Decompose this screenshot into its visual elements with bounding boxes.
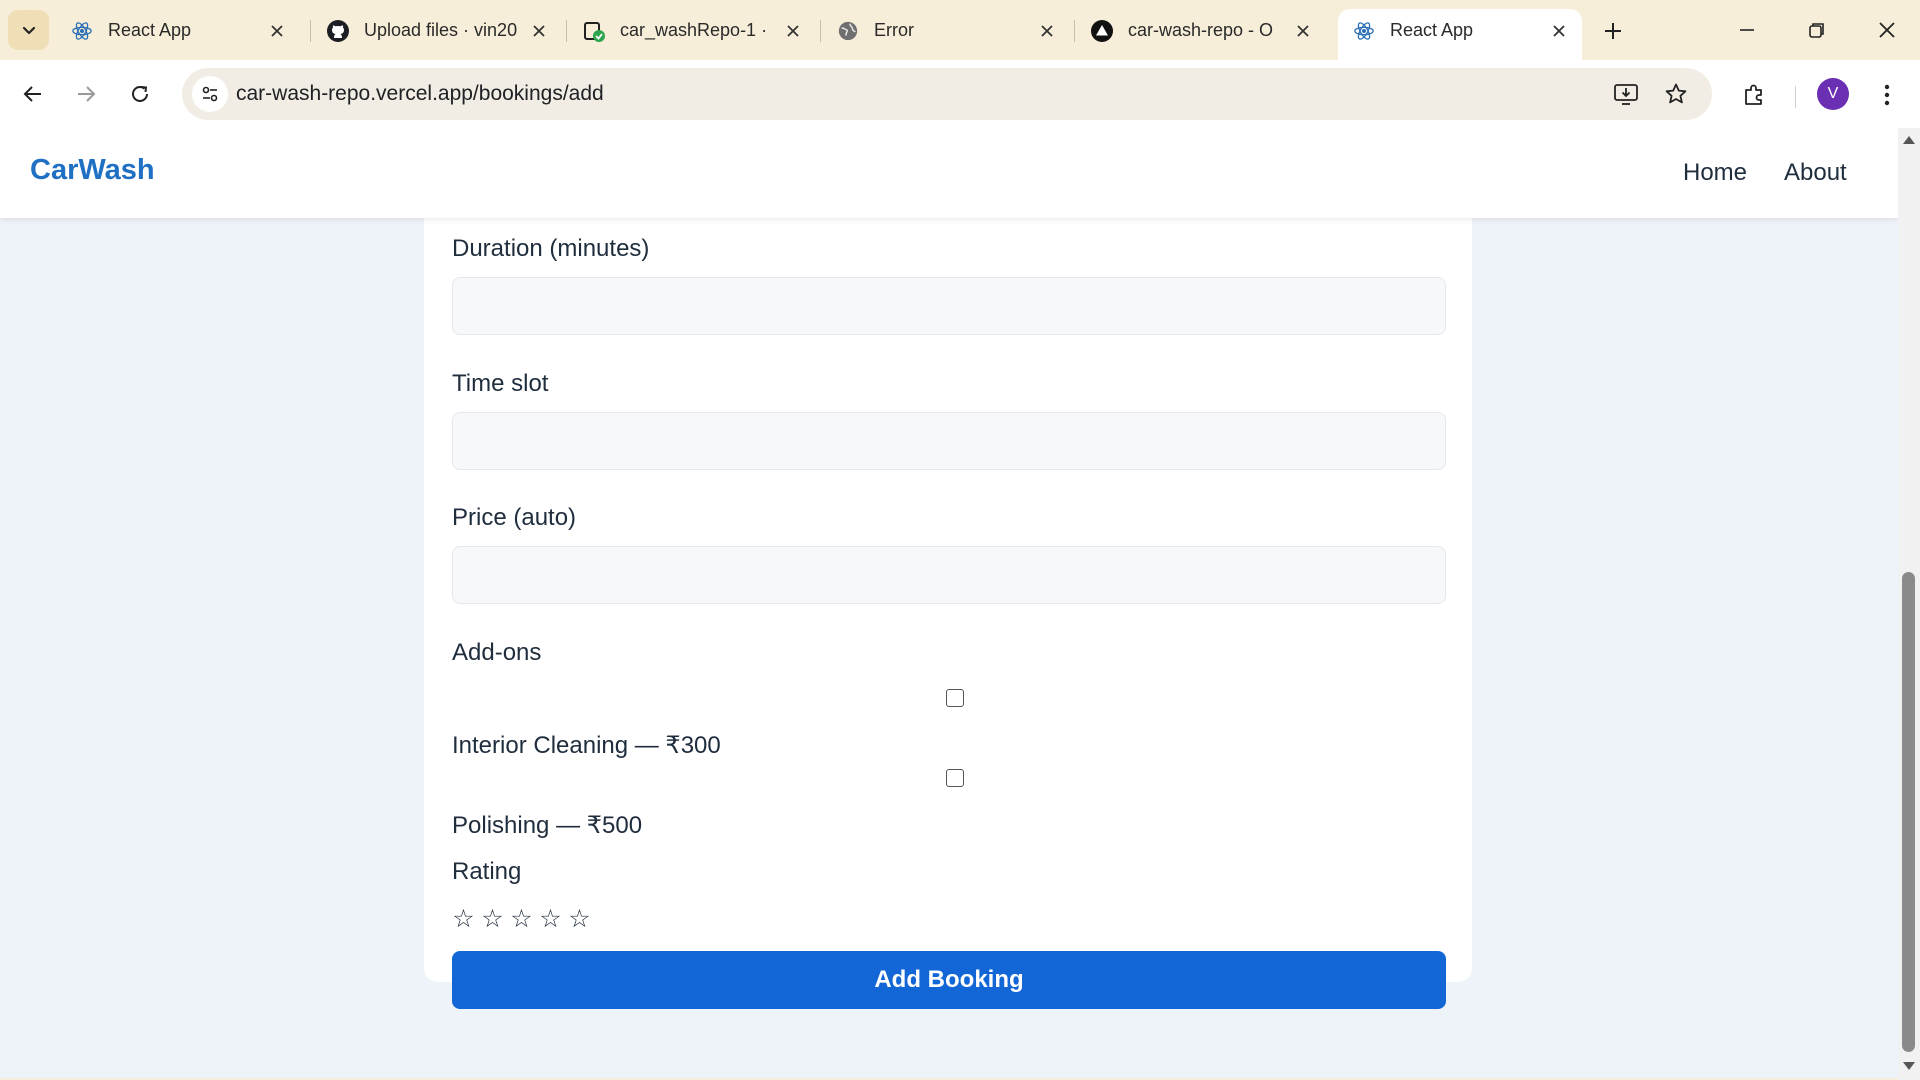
close-window-button[interactable] [1862, 8, 1912, 52]
browser-tab-active[interactable]: React App [1338, 9, 1582, 60]
globe-icon [836, 19, 860, 43]
minimize-icon [1740, 29, 1754, 31]
install-app-button[interactable] [1610, 78, 1642, 110]
github-icon [326, 19, 350, 43]
rating-star-4[interactable]: ☆ [539, 905, 562, 933]
close-icon[interactable] [1036, 20, 1058, 42]
rating-star-1[interactable]: ☆ [452, 905, 475, 933]
tab-separator [1074, 20, 1075, 42]
address-bar[interactable]: car-wash-repo.vercel.app/bookings/add [182, 68, 1712, 120]
react-icon [1352, 19, 1376, 43]
arrow-left-icon [23, 86, 41, 102]
extensions-button[interactable] [1737, 78, 1771, 112]
rating-star-2[interactable]: ☆ [481, 905, 504, 933]
close-icon[interactable] [528, 20, 550, 42]
nav-link-about[interactable]: About [1784, 159, 1847, 187]
browser-tab[interactable]: car_washRepo-1 · [568, 9, 816, 52]
plus-icon [1605, 23, 1621, 39]
tab-search-button[interactable] [8, 10, 49, 50]
close-icon[interactable] [782, 20, 804, 42]
more-vertical-icon [1884, 84, 1890, 106]
tab-separator [310, 20, 311, 42]
scroll-down-arrow[interactable] [1903, 1062, 1915, 1070]
price-label: Price (auto) [452, 504, 577, 531]
close-icon[interactable] [1548, 20, 1570, 42]
toolbar-divider [1795, 86, 1796, 108]
browser-tab[interactable]: car-wash-repo - O [1076, 9, 1326, 52]
browser-tab[interactable]: React App [56, 9, 300, 52]
restore-button[interactable] [1792, 8, 1842, 52]
close-icon[interactable] [266, 20, 288, 42]
chevron-down-icon [22, 26, 35, 35]
close-icon[interactable] [1292, 20, 1314, 42]
timeslot-input[interactable] [452, 412, 1446, 470]
install-icon [1614, 84, 1638, 105]
profile-avatar[interactable]: V [1817, 78, 1849, 110]
addons-label: Add-ons [452, 639, 542, 666]
scroll-up-arrow[interactable] [1903, 136, 1915, 144]
rating-star-5[interactable]: ☆ [568, 905, 591, 933]
tab-separator [566, 20, 567, 42]
arrow-right-icon [78, 86, 96, 102]
close-icon [1879, 22, 1895, 38]
site-header: CarWash Home About [0, 128, 1898, 218]
addon-polishing-label: Polishing — ₹500 [452, 812, 643, 839]
tab-title: Error [874, 20, 914, 40]
tab-title: car_washRepo-1 · [620, 20, 768, 40]
rating-star-3[interactable]: ☆ [510, 905, 533, 933]
browser-toolbar: car-wash-repo.vercel.app/bookings/add V [0, 60, 1920, 128]
reload-button[interactable] [122, 76, 158, 112]
scrollbar-thumb[interactable] [1902, 572, 1915, 1052]
addon-polishing-checkbox[interactable] [946, 769, 964, 787]
new-tab-button[interactable] [1595, 13, 1631, 49]
page-scrollbar[interactable] [1898, 128, 1920, 1080]
rating-label: Rating [452, 858, 522, 885]
puzzle-icon [1745, 84, 1762, 105]
restore-icon [1809, 23, 1824, 38]
browser-tab[interactable]: Error [822, 9, 1070, 52]
bookmark-button[interactable] [1660, 78, 1692, 110]
addon-interior-cleaning-label: Interior Cleaning — ₹300 [452, 732, 721, 759]
tab-strip: React App Upload files · vin20 car_washR… [0, 0, 1920, 60]
nav-link-home[interactable]: Home [1683, 159, 1747, 187]
timeslot-label: Time slot [452, 370, 549, 397]
tab-separator [820, 20, 821, 42]
browser-menu-button[interactable] [1870, 78, 1904, 112]
react-icon [70, 19, 94, 43]
price-input[interactable] [452, 546, 1446, 604]
tab-title: React App [1390, 20, 1474, 40]
tune-icon [202, 86, 218, 102]
reload-icon [132, 85, 148, 102]
brand-logo[interactable]: CarWash [30, 154, 155, 187]
vercel-icon [1090, 19, 1114, 43]
back-button[interactable] [15, 76, 51, 112]
tab-title: React App [108, 20, 192, 40]
tab-title: Upload files · vin20 [364, 20, 518, 40]
rating-stars: ☆ ☆ ☆ ☆ ☆ [452, 905, 591, 933]
duration-input[interactable] [452, 277, 1446, 335]
addon-interior-cleaning-checkbox[interactable] [946, 689, 964, 707]
page-viewport: CarWash Home About [0, 128, 1898, 1080]
repo-icon [582, 19, 606, 43]
star-icon [1665, 83, 1687, 104]
duration-label: Duration (minutes) [452, 235, 650, 262]
forward-button[interactable] [68, 76, 104, 112]
url-text: car-wash-repo.vercel.app/bookings/add [236, 82, 604, 105]
site-info-button[interactable] [192, 76, 228, 112]
add-booking-button[interactable]: Add Booking [452, 951, 1446, 1009]
minimize-button[interactable] [1722, 8, 1772, 52]
tab-title: car-wash-repo - O [1128, 20, 1274, 40]
browser-tab[interactable]: Upload files · vin20 [312, 9, 562, 52]
